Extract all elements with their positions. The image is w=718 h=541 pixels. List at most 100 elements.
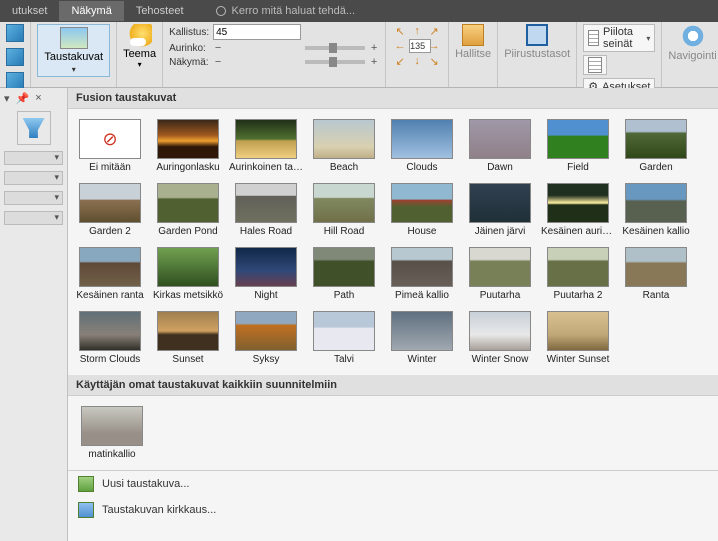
- arrow-nw-icon[interactable]: ↖: [392, 24, 408, 38]
- background-thumb[interactable]: Winter Sunset: [540, 307, 616, 369]
- background-thumb[interactable]: Kesäinen kallio: [618, 179, 694, 241]
- thumb-image: [79, 247, 141, 287]
- navigate-button[interactable]: Navigointi: [668, 24, 716, 62]
- hide-walls-dropdown[interactable]: Piilota seinät ▾: [583, 24, 655, 52]
- background-thumb[interactable]: Winter: [384, 307, 460, 369]
- panel-header-user: Käyttäjän omat taustakuvat kaikkiin suun…: [68, 375, 718, 396]
- wall-icon: [588, 30, 599, 46]
- arrow-sw-icon[interactable]: ↙: [392, 54, 408, 68]
- tell-me-search[interactable]: Kerro mitä haluat tehdä...: [216, 5, 356, 17]
- thumb-label: Hales Road: [229, 226, 303, 237]
- tab-settings[interactable]: utukset: [0, 1, 59, 21]
- background-thumb[interactable]: Puutarha 2: [540, 243, 616, 305]
- grid-toggle[interactable]: [583, 55, 607, 75]
- filter-clear-button[interactable]: [17, 111, 51, 145]
- background-thumb[interactable]: matinkallio: [72, 402, 152, 464]
- panel-header-fusion: Fusion taustakuvat: [68, 88, 718, 109]
- background-thumb[interactable]: Beach: [306, 115, 382, 177]
- pin-icon[interactable]: 📌: [16, 92, 30, 105]
- background-thumb[interactable]: Kesäinen aurin...: [540, 179, 616, 241]
- thumb-image: [391, 311, 453, 351]
- thumb-label: Winter Sunset: [541, 354, 615, 365]
- background-thumb[interactable]: Storm Clouds: [72, 307, 148, 369]
- sidebar-section[interactable]: [4, 211, 63, 225]
- ribbon-group-tilt: Kallistus: Aurinko: − + Näkymä: − +: [163, 22, 386, 87]
- arrow-right-icon[interactable]: →: [426, 39, 442, 53]
- sidebar-section[interactable]: [4, 171, 63, 185]
- cube-blue2-icon[interactable]: [6, 48, 24, 66]
- background-thumb[interactable]: Sunset: [150, 307, 226, 369]
- arrow-up-icon[interactable]: ↑: [409, 24, 425, 38]
- background-thumb[interactable]: Field: [540, 115, 616, 177]
- background-thumb[interactable]: Clouds: [384, 115, 460, 177]
- background-thumb[interactable]: Night: [228, 243, 304, 305]
- thumb-label: Pimeä kallio: [385, 290, 459, 301]
- thumb-label: Winter Snow: [463, 354, 537, 365]
- background-thumb[interactable]: Kirkas metsikkö: [150, 243, 226, 305]
- sidebar-section[interactable]: [4, 151, 63, 165]
- background-thumb[interactable]: House: [384, 179, 460, 241]
- rotation-pad[interactable]: ↖↑↗ ← → ↙↓↘: [392, 24, 442, 68]
- background-thumb[interactable]: Kesäinen ranta: [72, 243, 148, 305]
- thumb-image: [391, 247, 453, 287]
- background-thumb[interactable]: Hales Road: [228, 179, 304, 241]
- tilt-input[interactable]: [213, 24, 301, 40]
- new-background-item[interactable]: Uusi taustakuva...: [68, 471, 718, 497]
- background-thumb[interactable]: Dawn: [462, 115, 538, 177]
- thumb-image: [313, 311, 375, 351]
- tab-effects[interactable]: Tehosteet: [124, 1, 196, 21]
- thumb-image: [235, 119, 297, 159]
- thumb-image: [469, 247, 531, 287]
- arrow-se-icon[interactable]: ↘: [426, 54, 442, 68]
- background-thumb[interactable]: Winter Snow: [462, 307, 538, 369]
- view-slider[interactable]: [305, 60, 365, 64]
- brightness-icon: [78, 502, 94, 518]
- background-thumb[interactable]: Auringonlasku: [150, 115, 226, 177]
- background-brightness-item[interactable]: Taustakuvan kirkkaus...: [68, 497, 718, 523]
- tab-view[interactable]: Näkymä: [59, 1, 123, 21]
- close-icon[interactable]: ×: [35, 92, 41, 105]
- background-thumb[interactable]: Garden 2: [72, 179, 148, 241]
- minus-icon[interactable]: −: [213, 42, 223, 54]
- background-thumb[interactable]: Garden: [618, 115, 694, 177]
- collapse-left-icon[interactable]: ▾: [4, 92, 10, 105]
- theme-button[interactable]: Teema ▾: [123, 24, 156, 69]
- chevron-down-icon: ▾: [646, 34, 650, 43]
- arrow-ne-icon[interactable]: ↗: [426, 24, 442, 38]
- arrow-left-icon[interactable]: ←: [392, 39, 408, 53]
- background-thumb[interactable]: Pimeä kallio: [384, 243, 460, 305]
- sidebar-section[interactable]: [4, 191, 63, 205]
- search-placeholder: Kerro mitä haluat tehdä...: [232, 5, 356, 17]
- thumb-label: Night: [229, 290, 303, 301]
- thumb-label: Talvi: [307, 354, 381, 365]
- arrow-down-icon[interactable]: ↓: [409, 54, 425, 68]
- minus-icon[interactable]: −: [213, 56, 223, 68]
- background-thumb[interactable]: Ranta: [618, 243, 694, 305]
- fusion-thumbs: Ei mitäänAuringonlaskuAurinkoinen tal...…: [68, 109, 718, 375]
- background-thumb[interactable]: Ei mitään: [72, 115, 148, 177]
- thumb-label: Syksy: [229, 354, 303, 365]
- backgrounds-button[interactable]: Taustakuvat ▾: [37, 24, 110, 77]
- tab-bar: utukset Näkymä Tehosteet Kerro mitä halu…: [0, 0, 718, 22]
- background-thumb[interactable]: Path: [306, 243, 382, 305]
- background-thumb[interactable]: Garden Pond: [150, 179, 226, 241]
- sun-label: Aurinko:: [169, 43, 209, 54]
- plus-icon[interactable]: +: [369, 56, 379, 68]
- manage-label: Hallitse: [455, 48, 491, 60]
- sun-slider[interactable]: [305, 46, 365, 50]
- background-thumb[interactable]: Aurinkoinen tal...: [228, 115, 304, 177]
- background-thumb[interactable]: Syksy: [228, 307, 304, 369]
- thumb-image: [313, 247, 375, 287]
- manage-button: Hallitse: [455, 24, 491, 60]
- background-thumb[interactable]: Hill Road: [306, 179, 382, 241]
- drawing-layers-button[interactable]: Piirustustasot: [504, 24, 570, 60]
- plus-icon[interactable]: +: [369, 42, 379, 54]
- panel-footer: Uusi taustakuva... Taustakuvan kirkkaus.…: [68, 470, 718, 523]
- background-thumb[interactable]: Puutarha: [462, 243, 538, 305]
- ribbon-group-options: Piilota seinät ▾ ⚙ Asetukset: [577, 22, 662, 87]
- thumb-label: Kesäinen ranta: [73, 290, 147, 301]
- background-thumb[interactable]: Talvi: [306, 307, 382, 369]
- thumb-image: [625, 183, 687, 223]
- background-thumb[interactable]: Jäinen järvi: [462, 179, 538, 241]
- cube-blue-icon[interactable]: [6, 24, 24, 42]
